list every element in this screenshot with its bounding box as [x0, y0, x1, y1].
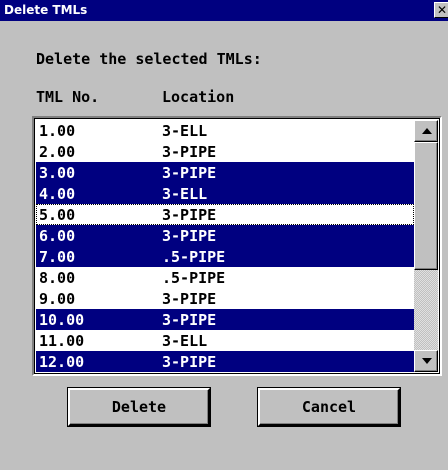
scroll-up-button[interactable]: [414, 120, 438, 142]
list-item[interactable]: 8.00 .5-PIPE: [36, 267, 414, 288]
tml-number: 3.00: [39, 163, 76, 182]
list-item[interactable]: 9.00 3-PIPE: [36, 288, 414, 309]
list-item[interactable]: 10.00 3-PIPE: [36, 309, 414, 330]
tml-location: 3-PIPE: [162, 289, 217, 308]
tml-number: 10.00: [39, 310, 85, 329]
tml-number: 8.00: [39, 268, 76, 287]
list-item[interactable]: 4.00 3-ELL: [36, 183, 414, 204]
tml-list: 1.00 3-ELL 2.00 3-PIPE 3.00 3-PIPE 4.00 3-ELL 5.…: [36, 120, 414, 372]
list-item[interactable]: 2.00 3-PIPE: [36, 141, 414, 162]
scroll-down-button[interactable]: [414, 350, 438, 372]
delete-tmls-dialog: Delete TMLs ✕ Delete the selected TMLs: …: [0, 0, 448, 470]
tml-location: 3-PIPE: [162, 205, 217, 224]
tml-location: 3-ELL: [162, 331, 208, 350]
vertical-scrollbar[interactable]: [414, 120, 438, 372]
tml-number: 4.00: [39, 184, 76, 203]
column-header-tml-no: TML No.: [36, 88, 100, 106]
tml-number: 6.00: [39, 226, 76, 245]
scroll-thumb[interactable]: [414, 142, 438, 270]
tml-location: 3-ELL: [162, 184, 208, 203]
tml-number: 12.00: [39, 352, 85, 371]
tml-number: 9.00: [39, 289, 76, 308]
list-item[interactable]: 1.00 3-ELL: [36, 120, 414, 141]
list-item[interactable]: 12.00 3-PIPE: [36, 351, 414, 372]
tml-number: 2.00: [39, 142, 76, 161]
list-item[interactable]: 5.00 3-PIPE: [36, 204, 414, 225]
tml-number: 11.00: [39, 331, 85, 350]
tml-number: 7.00: [39, 247, 76, 266]
list-item[interactable]: 6.00 3-PIPE: [36, 225, 414, 246]
cancel-button[interactable]: Cancel: [258, 388, 400, 426]
tml-number: 5.00: [39, 205, 76, 224]
tml-location: 3-PIPE: [162, 352, 217, 371]
window-title: Delete TMLs: [4, 3, 88, 17]
arrow-up-icon: [422, 128, 432, 134]
arrow-down-icon: [422, 358, 432, 364]
delete-prompt: Delete the selected TMLs:: [36, 50, 262, 68]
tml-location: 3-ELL: [162, 121, 208, 140]
tml-location: 3-PIPE: [162, 142, 217, 161]
tml-location: 3-PIPE: [162, 163, 217, 182]
title-bar[interactable]: Delete TMLs ✕: [0, 0, 448, 21]
close-icon[interactable]: ✕: [434, 2, 448, 18]
list-item[interactable]: 3.00 3-PIPE: [36, 162, 414, 183]
tml-listbox[interactable]: 1.00 3-ELL 2.00 3-PIPE 3.00 3-PIPE 4.00 3-ELL 5.…: [32, 116, 442, 376]
tml-location: 3-PIPE: [162, 226, 217, 245]
delete-button[interactable]: Delete: [68, 388, 210, 426]
tml-location: .5-PIPE: [162, 268, 226, 287]
list-item[interactable]: 7.00 .5-PIPE: [36, 246, 414, 267]
tml-location: 3-PIPE: [162, 310, 217, 329]
list-item[interactable]: 11.00 3-ELL: [36, 330, 414, 351]
tml-number: 1.00: [39, 121, 76, 140]
tml-location: .5-PIPE: [162, 247, 226, 266]
column-header-location: Location: [162, 88, 235, 106]
